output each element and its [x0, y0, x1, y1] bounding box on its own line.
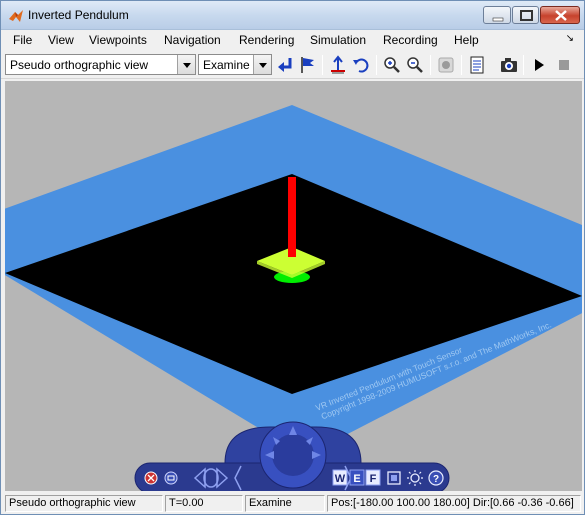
- status-viewpoint: Pseudo orthographic view: [5, 495, 163, 512]
- toolbar-separator: [461, 55, 462, 75]
- svg-text:?: ?: [433, 474, 439, 485]
- minimize-panel-icon[interactable]: [164, 471, 178, 485]
- menu-file[interactable]: File: [13, 33, 32, 47]
- menu-simulation[interactable]: Simulation: [310, 33, 366, 47]
- zoom-out-icon[interactable]: [405, 55, 425, 75]
- minimize-button[interactable]: [483, 6, 511, 24]
- vr-scene[interactable]: VR Inverted Pendulum with Touch Sensor C…: [5, 81, 582, 491]
- chevron-down-icon[interactable]: [177, 55, 195, 74]
- menu-view[interactable]: View: [48, 33, 74, 47]
- navigation-select[interactable]: Examine: [198, 54, 272, 75]
- undo-move-icon[interactable]: [351, 55, 371, 75]
- menu-rendering[interactable]: Rendering: [239, 33, 294, 47]
- dock-arrow-icon[interactable]: ↘: [566, 33, 574, 44]
- app-window: Inverted Pendulum File View Viewpoints N…: [0, 0, 585, 515]
- window-title: Inverted Pendulum: [28, 8, 129, 22]
- stop-icon[interactable]: [554, 55, 574, 75]
- maximize-icon: [520, 10, 533, 21]
- menu-recording[interactable]: Recording: [383, 33, 438, 47]
- toolbar-separator: [322, 55, 323, 75]
- status-navigation: Examine: [245, 495, 325, 512]
- capture-frame-icon[interactable]: [467, 55, 487, 75]
- status-bar: Pseudo orthographic view T=0.00 Examine …: [1, 493, 584, 514]
- toolbar-separator: [523, 55, 524, 75]
- status-position: Pos:[-180.00 100.00 180.00] Dir:[0.66 -0…: [327, 495, 581, 512]
- zoom-in-icon[interactable]: [382, 55, 402, 75]
- scene-viewport[interactable]: VR Inverted Pendulum with Touch Sensor C…: [5, 81, 582, 491]
- menu-bar: File View Viewpoints Navigation Renderin…: [1, 30, 584, 50]
- menu-navigation[interactable]: Navigation: [164, 33, 221, 47]
- maximize-button[interactable]: [512, 6, 539, 24]
- record-icon[interactable]: [436, 55, 456, 75]
- status-time: T=0.00: [165, 495, 243, 512]
- viewpoint-select[interactable]: Pseudo orthographic view: [5, 54, 196, 75]
- chevron-down-icon[interactable]: [253, 55, 271, 74]
- menu-help[interactable]: Help: [454, 33, 479, 47]
- fly-mode-label: F: [370, 473, 377, 485]
- pendulum-rod: [288, 177, 296, 257]
- walk-mode-label: W: [335, 473, 346, 485]
- play-icon[interactable]: [529, 55, 549, 75]
- navigation-select-value: Examine: [203, 58, 250, 72]
- snapshot-camera-icon[interactable]: [499, 55, 519, 75]
- return-to-viewpoint-icon[interactable]: [276, 55, 296, 75]
- close-icon: [555, 10, 567, 21]
- toolbar: Pseudo orthographic view Examine: [1, 51, 584, 79]
- viewpoint-select-value: Pseudo orthographic view: [10, 58, 149, 72]
- toolbar-separator: [376, 55, 377, 75]
- examine-mode-label: E: [353, 473, 360, 485]
- minimize-icon: [492, 17, 504, 22]
- matlab-logo-icon: [9, 10, 23, 22]
- title-bar[interactable]: Inverted Pendulum: [1, 1, 584, 30]
- toolbar-separator: [430, 55, 431, 75]
- close-button[interactable]: [540, 6, 580, 24]
- menu-viewpoints[interactable]: Viewpoints: [89, 33, 147, 47]
- create-viewpoint-icon[interactable]: [298, 55, 318, 75]
- straighten-up-icon[interactable]: [328, 55, 348, 75]
